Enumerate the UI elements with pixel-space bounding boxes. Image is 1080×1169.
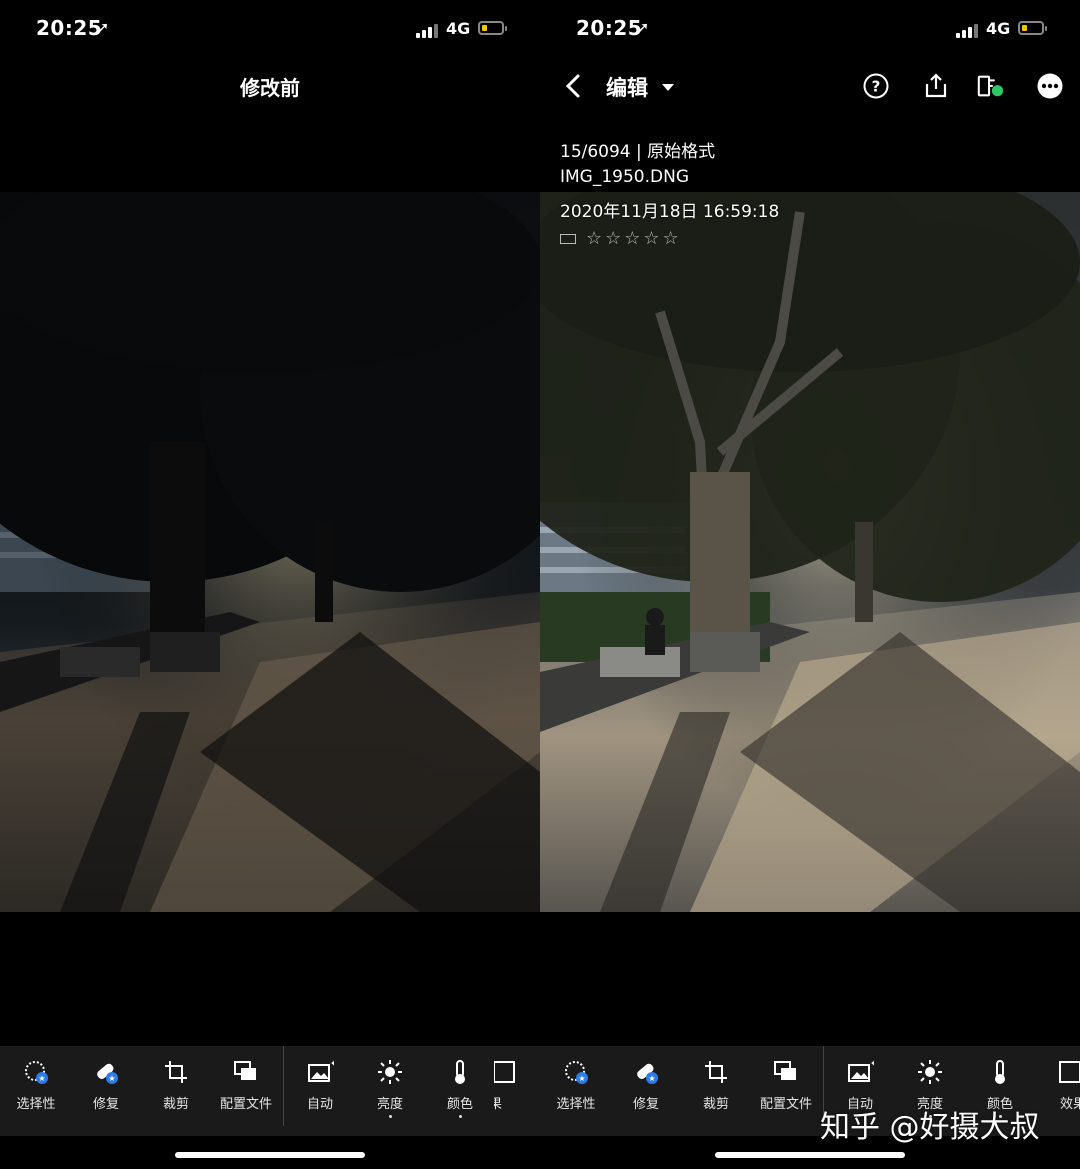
signal-icon bbox=[956, 22, 980, 38]
network-type: 4G bbox=[986, 19, 1011, 38]
profiles-icon bbox=[774, 1061, 796, 1080]
photo-datetime: 2020年11月18日 16:59:18 bbox=[560, 202, 780, 222]
edit-toolbar: ★ 选择性 ★ 修复 裁剪 配置文件 ✦ 自动 亮度 颜色 bbox=[0, 1046, 540, 1136]
svg-text:✦: ✦ bbox=[330, 1059, 334, 1068]
battery-icon bbox=[1018, 21, 1047, 35]
signal-icon bbox=[416, 22, 440, 38]
svg-text:★: ★ bbox=[648, 1074, 655, 1083]
star-rating[interactable]: ☆☆☆☆☆ bbox=[586, 228, 682, 249]
svg-text:✦: ✦ bbox=[870, 1059, 874, 1068]
edit-mode-title[interactable]: 编辑 bbox=[606, 72, 648, 102]
healing-icon: ★ bbox=[97, 1063, 118, 1084]
photo-before bbox=[0, 192, 540, 912]
before-screen: 20:25 ➚ 4G 修改前 ★ 选择性 ★ 修复 裁剪 配置文件 ✦ 自动 亮… bbox=[0, 0, 540, 1169]
light-icon bbox=[378, 1060, 402, 1084]
status-bar: 20:25 ➚ 4G bbox=[540, 14, 1080, 46]
svg-text:★: ★ bbox=[38, 1074, 45, 1083]
tool-auto[interactable]: ✦ 自动 bbox=[284, 1058, 356, 1112]
tool-crop[interactable]: 裁剪 bbox=[140, 1058, 212, 1112]
editor-screen: 20:25 ➚ 4G 编辑 ? 15/6094 | 原始格式 IMG_1950.… bbox=[540, 0, 1080, 1169]
share-icon[interactable] bbox=[922, 72, 950, 100]
watermark: 知乎 @好摄大叔 bbox=[820, 1110, 1040, 1145]
svg-text:★: ★ bbox=[578, 1074, 585, 1083]
tool-healing[interactable]: ★ 修复 bbox=[70, 1058, 142, 1112]
status-time: 20:25 bbox=[576, 16, 643, 40]
thermometer-icon bbox=[995, 1060, 1005, 1084]
help-icon[interactable]: ? bbox=[862, 72, 890, 100]
battery-icon bbox=[478, 21, 507, 35]
auto-icon: ✦ bbox=[848, 1059, 874, 1082]
svg-text:?: ? bbox=[872, 78, 881, 96]
selective-icon: ★ bbox=[25, 1061, 48, 1084]
cloud-sync-icon[interactable] bbox=[976, 72, 1004, 100]
rating-row: ☆☆☆☆☆ bbox=[560, 228, 682, 249]
tool-profiles[interactable]: 配置文件 bbox=[210, 1058, 282, 1112]
back-chevron-icon[interactable] bbox=[560, 70, 588, 102]
crop-icon bbox=[705, 1061, 727, 1083]
tool-selective[interactable]: ★ 选择性 bbox=[540, 1058, 612, 1112]
home-indicator[interactable] bbox=[175, 1152, 365, 1158]
effects-icon bbox=[1059, 1061, 1080, 1083]
healing-icon: ★ bbox=[637, 1063, 658, 1084]
tool-crop[interactable]: 裁剪 bbox=[680, 1058, 752, 1112]
crop-icon bbox=[165, 1061, 187, 1083]
tool-healing[interactable]: ★ 修复 bbox=[610, 1058, 682, 1112]
location-arrow-icon: ➚ bbox=[636, 18, 650, 37]
thermometer-icon bbox=[455, 1060, 465, 1084]
selective-icon: ★ bbox=[565, 1061, 588, 1084]
more-icon[interactable] bbox=[1036, 72, 1064, 100]
svg-text:★: ★ bbox=[108, 1074, 115, 1083]
status-time: 20:25 bbox=[36, 16, 103, 40]
status-bar: 20:25 ➚ 4G bbox=[0, 14, 540, 46]
tool-profiles[interactable]: 配置文件 bbox=[750, 1058, 822, 1112]
tool-effects[interactable]: 效果 bbox=[494, 1058, 540, 1112]
active-dot bbox=[458, 1115, 462, 1118]
location-arrow-icon: ➚ bbox=[96, 18, 110, 37]
active-dot bbox=[388, 1115, 392, 1118]
flag-icon[interactable] bbox=[560, 234, 576, 244]
tool-effects[interactable]: 效果 bbox=[1034, 1058, 1080, 1112]
profiles-icon bbox=[234, 1061, 256, 1080]
home-indicator[interactable] bbox=[715, 1152, 905, 1158]
tool-selective[interactable]: ★ 选择性 bbox=[0, 1058, 72, 1112]
photo-counter: 15/6094 | 原始格式 bbox=[560, 142, 716, 162]
photo-filename: IMG_1950.DNG bbox=[560, 167, 690, 187]
effects-icon bbox=[494, 1061, 515, 1083]
chevron-down-icon[interactable] bbox=[662, 84, 674, 91]
network-type: 4G bbox=[446, 19, 471, 38]
tool-light[interactable]: 亮度 bbox=[354, 1058, 426, 1118]
tool-color[interactable]: 颜色 bbox=[424, 1058, 496, 1118]
auto-icon: ✦ bbox=[308, 1059, 334, 1082]
page-title: 修改前 bbox=[240, 76, 300, 100]
photo-after bbox=[540, 192, 1080, 912]
light-icon bbox=[918, 1060, 942, 1084]
